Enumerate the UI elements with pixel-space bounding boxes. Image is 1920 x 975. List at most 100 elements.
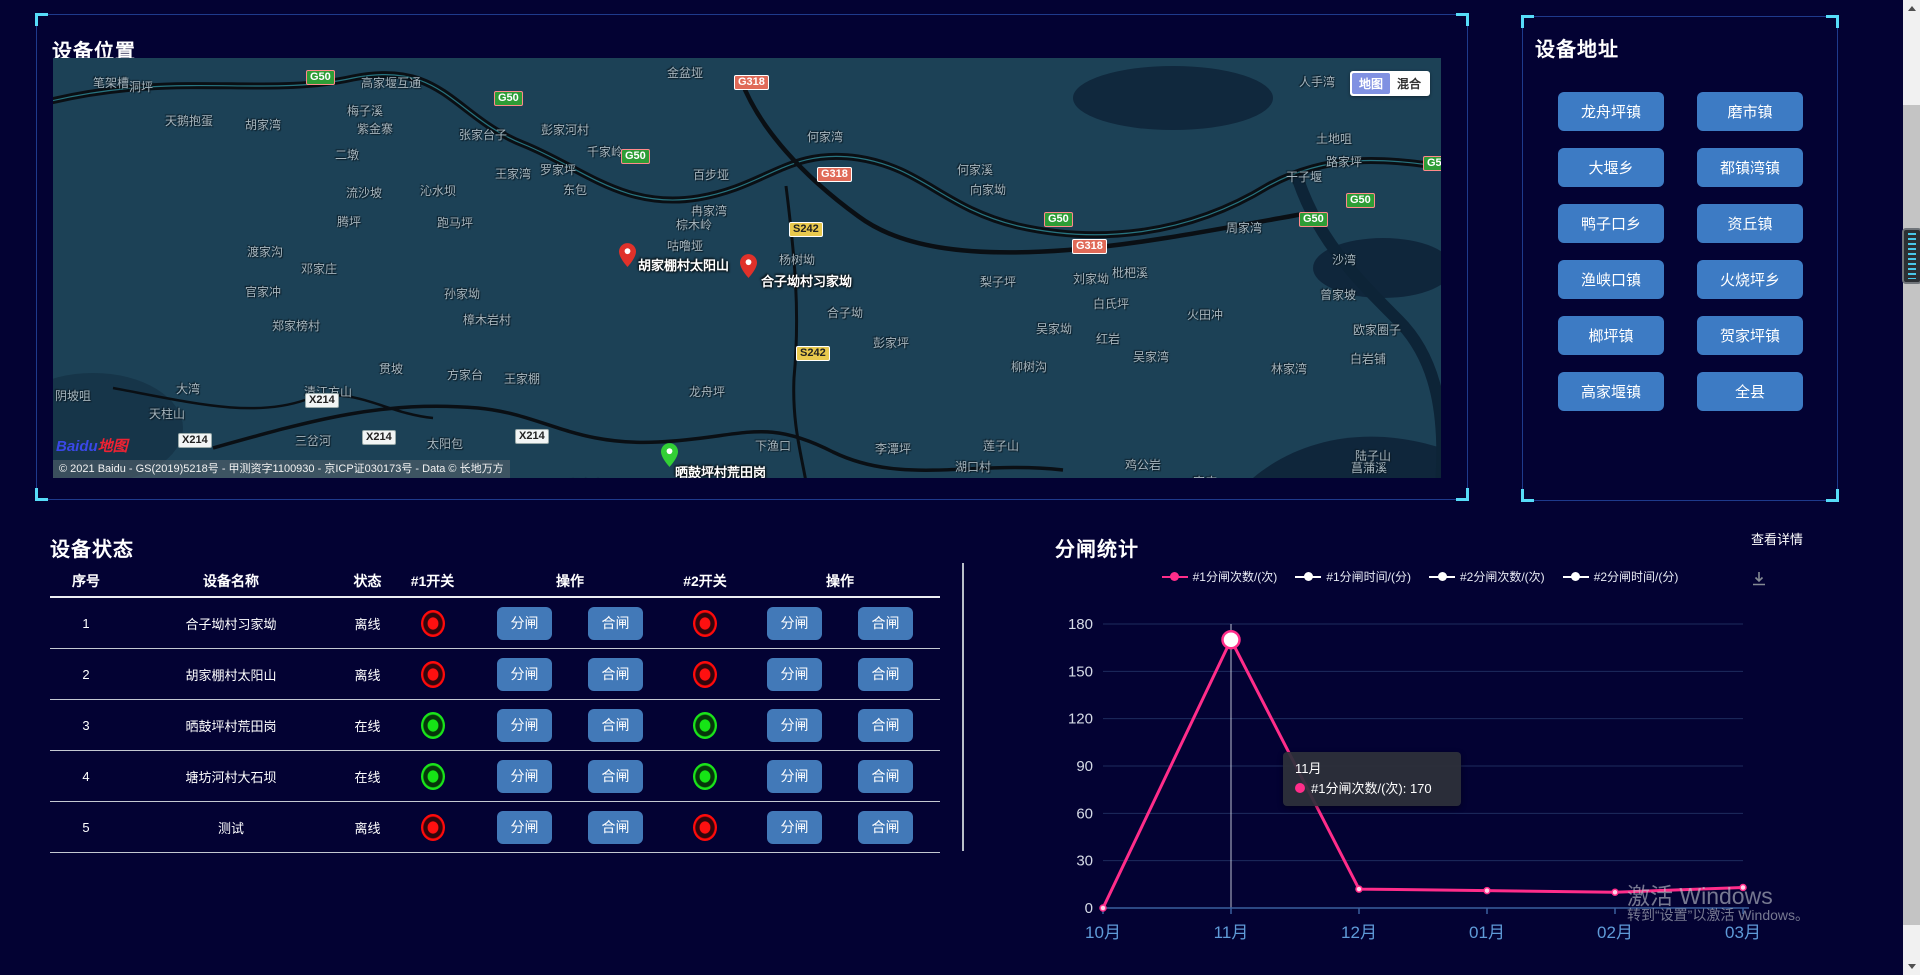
road-badge: G50 xyxy=(1423,156,1441,171)
address-button-8[interactable]: 榔坪镇 xyxy=(1558,316,1664,355)
close-switch2-button[interactable]: 合闸 xyxy=(858,709,913,742)
address-button-0[interactable]: 龙舟坪镇 xyxy=(1558,92,1664,131)
close-switch2-button[interactable]: 合闸 xyxy=(858,760,913,793)
device-address-panel: 设备地址 龙舟坪镇 磨市镇 大堰乡 都镇湾镇 鸭子口乡 资丘镇 渔峡口镇 火烧坪… xyxy=(1522,16,1838,501)
map-place-label: 周家湾 xyxy=(1226,219,1262,236)
map-place-label: 方家台 xyxy=(447,366,483,383)
map-place-label: 白氏坪 xyxy=(1093,295,1129,312)
road-badge: G318 xyxy=(734,75,769,90)
scroll-indicator-widget xyxy=(1902,228,1920,284)
open-switch2-button[interactable]: 分闸 xyxy=(767,709,822,742)
close-switch2-button[interactable]: 合闸 xyxy=(858,658,913,691)
map-place-label: 何家湾 xyxy=(807,128,843,145)
map-place-label: 刘家坳 xyxy=(1073,270,1109,287)
address-button-3[interactable]: 都镇湾镇 xyxy=(1697,148,1803,187)
open-switch2-button[interactable]: 分闸 xyxy=(767,811,822,844)
open-switch1-button[interactable]: 分闸 xyxy=(497,658,552,691)
map-pin-red[interactable] xyxy=(619,243,636,267)
baidu-logo: Baidu地图 xyxy=(56,435,128,456)
map-place-label: 孙家坳 xyxy=(444,285,480,302)
tooltip-series-dot xyxy=(1295,783,1305,793)
map-place-label: 南山公园 xyxy=(819,477,867,478)
cell-status: 离线 xyxy=(340,818,395,837)
corner-bracket xyxy=(1521,15,1534,28)
address-button-7[interactable]: 火烧坪乡 xyxy=(1697,260,1803,299)
map-type-map-button[interactable]: 地图 xyxy=(1352,73,1390,94)
map-place-label: 渡家沟 xyxy=(247,243,283,260)
legend-item-3[interactable]: #2分闸时间/(分) xyxy=(1563,568,1679,585)
map-place-label: 腾坪 xyxy=(337,213,361,230)
road-badge: G50 xyxy=(621,149,650,164)
download-icon[interactable] xyxy=(1751,571,1767,587)
switch1-indicator xyxy=(421,712,445,739)
map-place-label: 邱家山 xyxy=(569,476,605,478)
open-switch1-button[interactable]: 分闸 xyxy=(497,760,552,793)
svg-text:30: 30 xyxy=(1076,853,1093,870)
open-switch1-button[interactable]: 分闸 xyxy=(497,709,552,742)
road-badge: G318 xyxy=(1072,239,1107,254)
map-place-label: 高家堰互通 xyxy=(361,74,421,91)
map-place-label: 流沙坡 xyxy=(346,184,382,201)
address-button-10[interactable]: 高家堰镇 xyxy=(1558,372,1664,411)
open-switch2-button[interactable]: 分闸 xyxy=(767,760,822,793)
map-pin-red[interactable] xyxy=(740,254,757,278)
header-switch1: #1开关 xyxy=(395,571,470,591)
map-place-label: 天柱山 xyxy=(149,405,185,422)
map-place-label: 李潭坪 xyxy=(875,440,911,457)
address-button-11[interactable]: 全县 xyxy=(1697,372,1803,411)
address-button-2[interactable]: 大堰乡 xyxy=(1558,148,1664,187)
chart-tooltip: 11月 #1分闸次数/(次): 170 xyxy=(1283,752,1461,806)
switch2-indicator xyxy=(693,763,717,790)
address-button-1[interactable]: 磨市镇 xyxy=(1697,92,1803,131)
device-address-title: 设备地址 xyxy=(1535,33,1619,62)
svg-text:03月: 03月 xyxy=(1725,923,1761,942)
address-button-9[interactable]: 贺家坪镇 xyxy=(1697,316,1803,355)
header-ops2: 操作 xyxy=(740,571,940,591)
scrollbar-up-arrow[interactable] xyxy=(1903,0,1920,17)
cell-status: 离线 xyxy=(340,665,395,684)
address-button-6[interactable]: 渔峡口镇 xyxy=(1558,260,1664,299)
close-switch2-button[interactable]: 合闸 xyxy=(858,607,913,640)
table-row: 2 胡家棚村太阳山 离线 分闸 合闸 分闸 合闸 xyxy=(50,649,940,700)
map-place-label: 林家湾 xyxy=(1271,360,1307,377)
map-place-label: 千家岭 xyxy=(587,143,623,160)
open-switch1-button[interactable]: 分闸 xyxy=(497,607,552,640)
legend-item-0[interactable]: #1分闸次数/(次) xyxy=(1162,568,1278,585)
baidu-map[interactable]: 笔架槽洞坪天鹅抱蛋胡家湾高家堰互通金盆垭梅子溪紫金寨二墩流沙坡沁水坝张家台子彭家… xyxy=(53,58,1441,478)
close-switch1-button[interactable]: 合闸 xyxy=(588,658,643,691)
legend-item-2[interactable]: #2分闸次数/(次) xyxy=(1429,568,1545,585)
map-place-label: 张家台子 xyxy=(459,126,507,143)
legend-item-1[interactable]: #1分闸时间/(分) xyxy=(1295,568,1411,585)
map-place-label: 三岔河 xyxy=(295,432,331,449)
section-divider xyxy=(962,563,964,851)
map-place-label: 郑家榜村 xyxy=(272,317,320,334)
close-switch1-button[interactable]: 合闸 xyxy=(588,760,643,793)
map-place-label: 二墩 xyxy=(335,146,359,163)
legend-marker xyxy=(1429,572,1455,581)
road-badge: G50 xyxy=(306,70,335,85)
address-button-5[interactable]: 资丘镇 xyxy=(1697,204,1803,243)
open-switch1-button[interactable]: 分闸 xyxy=(497,811,552,844)
view-detail-link[interactable]: 查看详情 xyxy=(1751,529,1803,548)
table-row: 1 合子坳村习家坳 离线 分闸 合闸 分闸 合闸 xyxy=(50,598,940,649)
road-badge: X214 xyxy=(178,433,212,448)
map-place-label: 下渔口 xyxy=(755,437,791,454)
switch1-indicator xyxy=(421,610,445,637)
map-place-label: 官家冲 xyxy=(245,283,281,300)
close-switch2-button[interactable]: 合闸 xyxy=(858,811,913,844)
map-place-label: 官庄 xyxy=(1193,473,1217,478)
switch2-indicator xyxy=(693,712,717,739)
address-button-4[interactable]: 鸭子口乡 xyxy=(1558,204,1664,243)
close-switch1-button[interactable]: 合闸 xyxy=(588,607,643,640)
map-place-label: 向家坳 xyxy=(970,181,1006,198)
corner-bracket xyxy=(35,488,48,501)
map-type-hybrid-button[interactable]: 混合 xyxy=(1390,73,1428,94)
corner-bracket xyxy=(1456,13,1469,26)
map-place-label: 金盆垭 xyxy=(667,64,703,81)
close-switch1-button[interactable]: 合闸 xyxy=(588,709,643,742)
open-switch2-button[interactable]: 分闸 xyxy=(767,658,822,691)
open-switch2-button[interactable]: 分闸 xyxy=(767,607,822,640)
road-badge: G50 xyxy=(1299,212,1328,227)
scrollbar-down-arrow[interactable] xyxy=(1903,958,1920,975)
close-switch1-button[interactable]: 合闸 xyxy=(588,811,643,844)
